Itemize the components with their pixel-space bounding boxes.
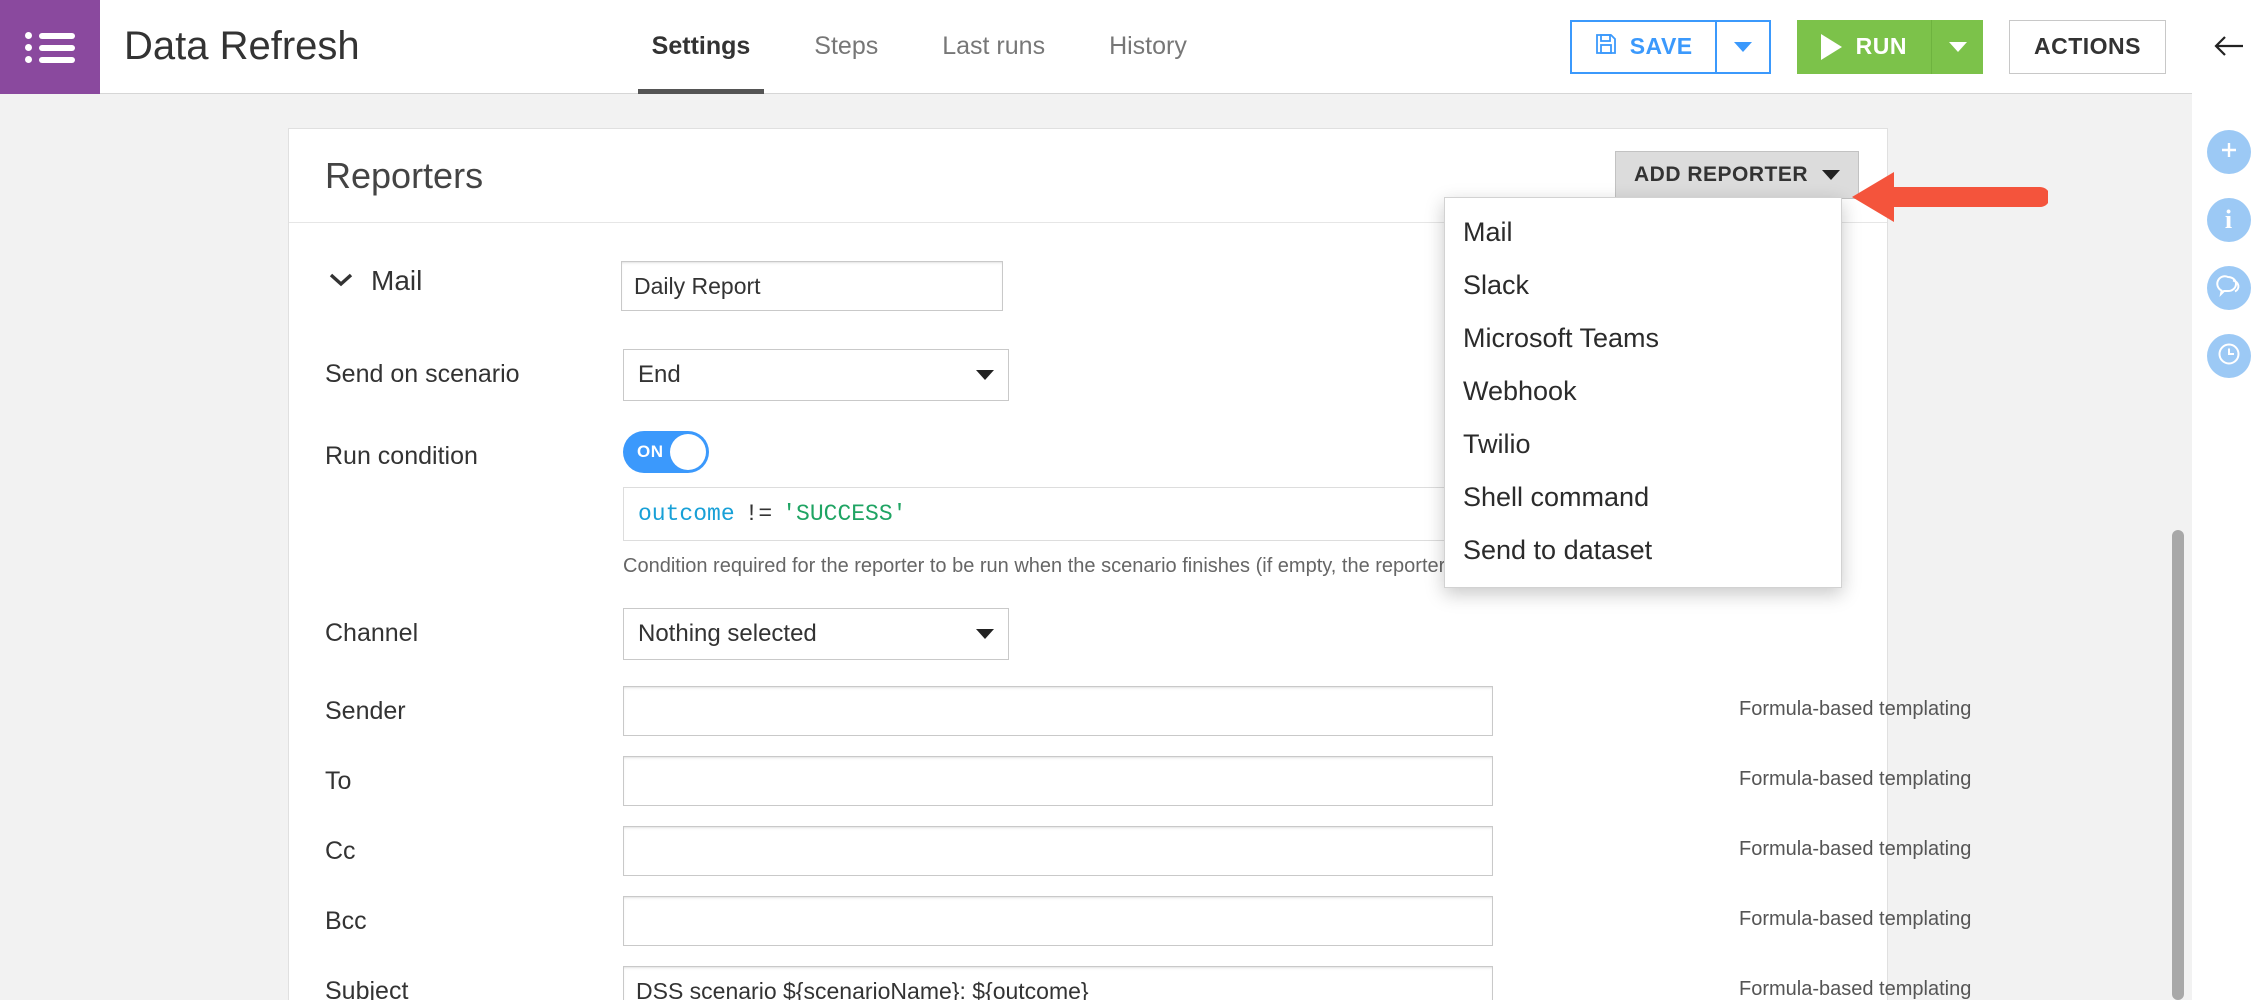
save-button[interactable]: SAVE (1570, 20, 1717, 74)
chevron-down-icon (976, 370, 994, 380)
bcc-label: Bcc (325, 896, 623, 936)
actions-button[interactable]: ACTIONS (2009, 20, 2166, 74)
main-content: Reporters ADD REPORTER Mail Daily Report (0, 94, 2192, 1000)
cc-label: Cc (325, 826, 623, 866)
sender-row: Sender Formula-based templating (289, 660, 1887, 736)
bcc-input[interactable] (623, 896, 1493, 946)
sender-templating-note: Formula-based templating (1739, 698, 1971, 721)
to-input[interactable] (623, 756, 1493, 806)
info-icon-button[interactable]: i (2207, 198, 2251, 242)
bcc-row: Bcc Formula-based templating (289, 876, 1887, 946)
back-button[interactable] (2199, 18, 2259, 78)
run-condition-toggle[interactable]: ON (623, 431, 709, 473)
subject-label: Subject (325, 966, 623, 1000)
list-menu-icon (25, 30, 75, 64)
add-reporter-label: ADD REPORTER (1634, 163, 1808, 187)
cc-row: Cc Formula-based templating (289, 806, 1887, 876)
toggle-knob (670, 434, 706, 470)
page-title: Data Refresh (124, 24, 360, 69)
run-button-group: RUN (1797, 20, 1983, 74)
chevron-down-icon (976, 629, 994, 639)
save-dropdown-button[interactable] (1717, 20, 1771, 74)
reporter-name-input[interactable]: Daily Report (621, 261, 1003, 311)
add-reporter-dropdown-menu: Mail Slack Microsoft Teams Webhook Twili… (1444, 197, 1842, 588)
top-bar: Data Refresh Settings Steps Last runs Hi… (0, 0, 2192, 94)
chevron-down-icon (1949, 42, 1967, 52)
chat-bubble-icon (2216, 273, 2242, 304)
channel-label: Channel (325, 608, 623, 648)
subject-row: Subject DSS scenario ${scenarioName}: ${… (289, 946, 1887, 1000)
discussions-icon-button[interactable] (2207, 266, 2251, 310)
channel-select[interactable]: Nothing selected (623, 608, 1009, 660)
formula-operator: != (735, 501, 783, 527)
save-button-group: SAVE (1570, 20, 1771, 74)
run-dropdown-button[interactable] (1931, 20, 1983, 74)
run-button-label: RUN (1856, 33, 1907, 60)
send-on-scenario-select[interactable]: End (623, 349, 1009, 401)
sender-input[interactable] (623, 686, 1493, 736)
history-icon-button[interactable] (2207, 334, 2251, 378)
reporter-type-label: Mail (371, 261, 621, 297)
menu-item-webhook[interactable]: Webhook (1445, 365, 1841, 418)
chevron-down-icon (1734, 42, 1752, 52)
formula-string: 'SUCCESS' (782, 501, 906, 527)
nav-tabs: Settings Steps Last runs History (620, 0, 1219, 94)
send-on-scenario-label: Send on scenario (325, 349, 623, 389)
cc-templating-note: Formula-based templating (1739, 838, 1971, 861)
menu-item-slack[interactable]: Slack (1445, 259, 1841, 312)
menu-item-shell-command[interactable]: Shell command (1445, 471, 1841, 524)
tab-steps[interactable]: Steps (782, 0, 910, 94)
to-templating-note: Formula-based templating (1739, 768, 1971, 791)
to-label: To (325, 756, 623, 796)
channel-row: Channel Nothing selected (289, 578, 1887, 660)
run-button[interactable]: RUN (1797, 20, 1931, 74)
run-condition-label: Run condition (325, 431, 623, 471)
tab-settings[interactable]: Settings (620, 0, 783, 94)
floppy-disk-icon (1594, 32, 1618, 62)
to-row: To Formula-based templating (289, 736, 1887, 806)
run-condition-toggle-label: ON (637, 442, 664, 462)
arrow-left-icon (2212, 32, 2246, 65)
add-reporter-button[interactable]: ADD REPORTER (1615, 151, 1859, 199)
add-icon-button[interactable] (2207, 130, 2251, 174)
plus-circle-icon (2217, 138, 2241, 167)
channel-value: Nothing selected (638, 620, 817, 648)
main-menu-button[interactable] (0, 0, 100, 94)
menu-item-send-to-dataset[interactable]: Send to dataset (1445, 524, 1841, 577)
play-icon (1821, 34, 1842, 60)
subject-templating-note: Formula-based templating (1739, 978, 1971, 1000)
subject-input[interactable]: DSS scenario ${scenarioName}: ${outcome} (623, 966, 1493, 1000)
clock-history-icon (2216, 341, 2242, 372)
tab-history[interactable]: History (1077, 0, 1219, 94)
collapse-toggle[interactable] (325, 261, 371, 289)
menu-item-twilio[interactable]: Twilio (1445, 418, 1841, 471)
tab-last-runs[interactable]: Last runs (910, 0, 1077, 94)
send-on-scenario-value: End (638, 361, 681, 389)
right-rail: i (2192, 0, 2264, 1000)
vertical-scrollbar[interactable] (2172, 530, 2184, 1000)
reporters-title: Reporters (325, 155, 483, 197)
sender-label: Sender (325, 686, 623, 726)
bcc-templating-note: Formula-based templating (1739, 908, 1971, 931)
menu-item-microsoft-teams[interactable]: Microsoft Teams (1445, 312, 1841, 365)
cc-input[interactable] (623, 826, 1493, 876)
formula-variable: outcome (638, 501, 735, 527)
chevron-down-icon (1822, 170, 1840, 180)
save-button-label: SAVE (1630, 33, 1693, 60)
menu-item-mail[interactable]: Mail (1445, 206, 1841, 259)
info-circle-icon: i (2225, 205, 2232, 235)
header-actions: SAVE RUN ACTIONS (1570, 20, 2192, 74)
